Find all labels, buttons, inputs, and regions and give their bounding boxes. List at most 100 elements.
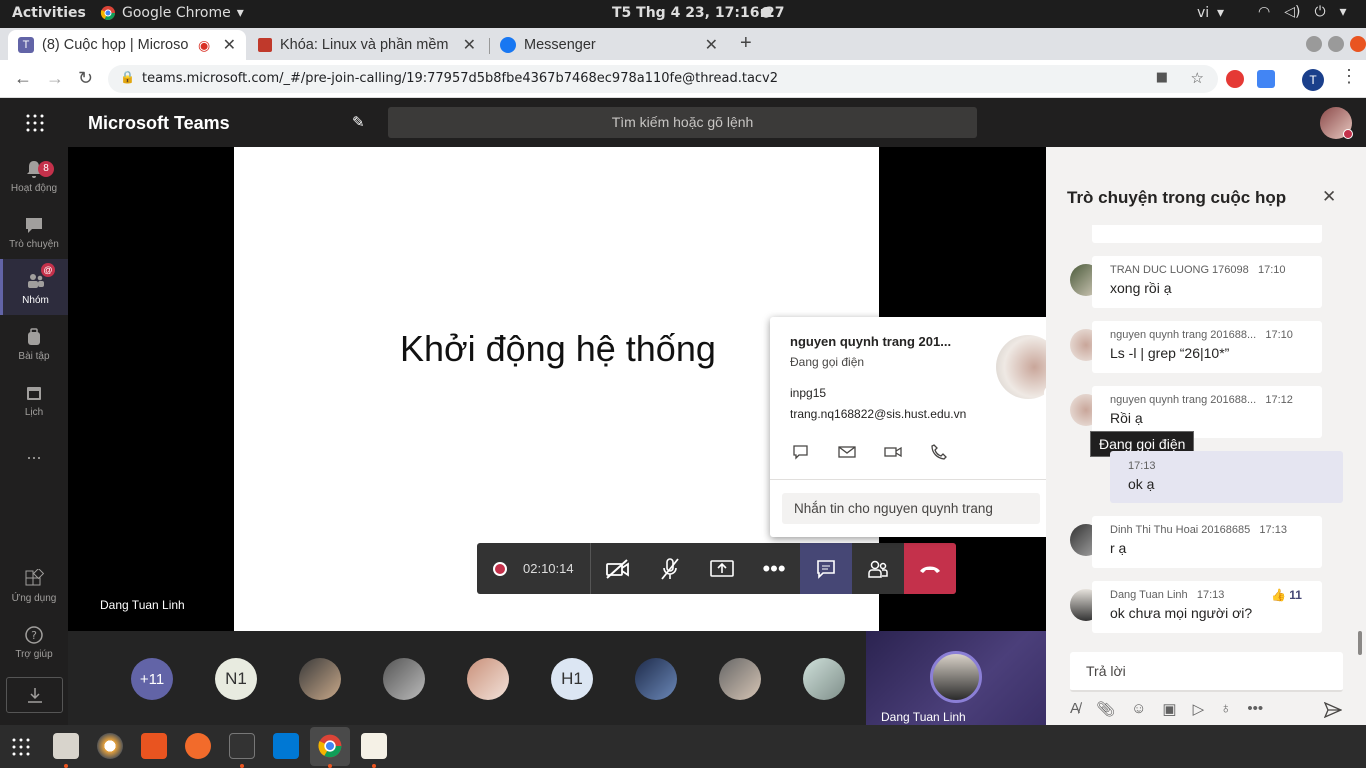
meet-icon[interactable]: ▷ (1193, 700, 1205, 718)
forward-button[interactable]: → (46, 68, 64, 89)
search-box[interactable]: Tìm kiếm hoặc gõ lệnh (388, 107, 977, 138)
chat-icon[interactable] (792, 444, 810, 460)
close-icon[interactable]: ✕ (1322, 187, 1336, 207)
tab-course[interactable]: Khóa: Linux và phần mềm ✕ (248, 30, 486, 60)
volume-icon: ◁) (1284, 4, 1301, 20)
message-time: 17:13 (1196, 589, 1225, 601)
rail-apps[interactable]: Ứng dụng (0, 569, 68, 617)
phone-icon[interactable] (930, 444, 948, 460)
participant-avatar[interactable]: H1 (551, 658, 593, 700)
message-text: Rồi ạ (1110, 410, 1143, 426)
address-bar[interactable]: 🔒 teams.microsoft.com/_#/pre-join-callin… (108, 65, 1218, 93)
chrome-icon[interactable] (317, 733, 343, 759)
browser-toolbar: ← → ↻ 🔒 teams.microsoft.com/_#/pre-join-… (0, 60, 1366, 98)
reaction-like[interactable]: 👍 11 (1271, 588, 1302, 602)
more-options-icon[interactable]: ••• (1247, 700, 1263, 718)
app-menu[interactable]: Google Chrome ▾ (100, 5, 244, 21)
language-indicator[interactable]: vi (1197, 5, 1209, 21)
participant-avatar[interactable]: N1 (215, 658, 257, 700)
profile-avatar[interactable]: T (1302, 69, 1324, 91)
maximize-button[interactable] (1328, 36, 1344, 52)
app-launcher-icon[interactable] (26, 114, 44, 132)
close-icon[interactable]: ✕ (223, 35, 236, 55)
pencil-app-icon[interactable] (185, 733, 211, 759)
participant-avatar[interactable] (635, 658, 677, 700)
tab-teams[interactable]: T (8) Cuộc họp | Microso ◉ ✕ (8, 30, 246, 60)
clock[interactable]: T5 Thg 4 23, 17:16:27 (612, 5, 785, 21)
close-icon[interactable]: ✕ (705, 35, 718, 55)
more-actions-button[interactable]: ••• (748, 543, 800, 594)
files-app-icon[interactable] (53, 733, 79, 759)
vscode-icon[interactable] (273, 733, 299, 759)
software-center-icon[interactable] (141, 733, 167, 759)
show-participants-button[interactable] (852, 543, 904, 594)
minimize-button[interactable] (1306, 36, 1322, 52)
scrollbar-thumb[interactable] (1358, 631, 1362, 655)
contact-name[interactable]: nguyen quynh trang 201... (790, 334, 951, 349)
hang-up-button[interactable] (904, 543, 956, 594)
rhythmbox-icon[interactable] (97, 733, 123, 759)
terminal-icon[interactable] (229, 733, 255, 759)
back-button[interactable]: ← (14, 68, 32, 89)
extension-icon[interactable] (1226, 70, 1244, 88)
participant-avatar[interactable] (299, 658, 341, 700)
rail-chat[interactable]: Trò chuyện (0, 215, 68, 263)
show-conversation-button[interactable] (800, 543, 852, 594)
show-apps-icon[interactable] (12, 738, 30, 756)
rail-assignments[interactable]: Bài tập (0, 327, 68, 375)
message-input[interactable]: Nhắn tin cho nguyen quynh trang (782, 493, 1040, 524)
reload-button[interactable]: ↻ (78, 68, 93, 89)
compose-icon[interactable]: ✎ (352, 113, 365, 131)
emoji-icon[interactable]: ☺ (1131, 700, 1146, 718)
more-menu-icon[interactable]: ⋮ (1340, 66, 1358, 87)
new-tab-button[interactable]: + (740, 32, 752, 55)
rail-more-button[interactable]: ... (0, 443, 68, 463)
message-time: 17:12 (1265, 394, 1293, 406)
participant-avatar[interactable] (383, 658, 425, 700)
rail-teams[interactable]: Nhóm @ (0, 259, 68, 315)
participant-avatar[interactable] (719, 658, 761, 700)
own-chat-message[interactable]: 17:13 ok ạ (1110, 451, 1343, 503)
tab-label: Messenger (524, 37, 596, 53)
mail-icon[interactable] (838, 444, 856, 460)
chevron-down-icon: ▾ (236, 5, 244, 21)
camera-icon[interactable]: ■ (1156, 70, 1168, 85)
attach-icon[interactable]: 📎︎ (1096, 700, 1115, 718)
share-screen-button[interactable] (696, 543, 748, 594)
close-icon[interactable]: ✕ (463, 35, 476, 55)
participant-avatar[interactable] (803, 658, 845, 700)
mic-toggle-button[interactable] (644, 543, 696, 594)
praise-icon[interactable]: ♁ (1220, 700, 1231, 718)
translate-icon[interactable] (1257, 70, 1275, 88)
system-tray[interactable]: ◠ ◁) ⏻ ▾ (1258, 4, 1347, 20)
participant-avatar[interactable] (467, 658, 509, 700)
chat-message[interactable]: nguyen quynh trang 201688... 17:10 Ls -l… (1092, 321, 1322, 373)
more-participants-button[interactable]: +11 (131, 658, 173, 700)
download-app-button[interactable] (6, 677, 63, 713)
contact-email[interactable]: trang.nq168822@sis.hust.edu.vn (790, 407, 966, 421)
video-icon[interactable] (884, 444, 902, 460)
lock-icon: 🔒 (120, 70, 135, 84)
close-window-button[interactable] (1350, 36, 1366, 52)
camera-toggle-button[interactable] (592, 543, 644, 594)
contact-info: inpg15 (790, 386, 827, 400)
send-icon[interactable] (1324, 702, 1342, 718)
chat-message[interactable]: Dinh Thi Thu Hoai 20168685 17:13 r ạ (1092, 516, 1322, 568)
star-icon[interactable]: ☆ (1191, 69, 1204, 87)
reply-input[interactable]: Trả lời (1070, 652, 1343, 692)
rail-activity[interactable]: Hoạt động 8 (0, 159, 68, 207)
activities-button[interactable]: Activities (12, 5, 86, 21)
sticker-icon[interactable]: ▣ (1162, 700, 1176, 718)
notification-badge: 8 (38, 161, 54, 177)
chat-message[interactable]: TRAN DUC LUONG 176098 17:10 xong rồi ạ (1092, 256, 1322, 308)
text-editor-icon[interactable] (361, 733, 387, 759)
rail-calendar[interactable]: Lịch (0, 383, 68, 431)
rail-label: Trợ giúp (15, 649, 53, 660)
format-icon[interactable]: A̸ (1070, 700, 1080, 718)
rail-help[interactable]: ? Trợ giúp (0, 625, 68, 673)
app-name: Google Chrome (122, 5, 231, 21)
tab-messenger[interactable]: Messenger ✕ (490, 30, 728, 60)
messenger-icon (500, 37, 516, 53)
mic-off-icon (661, 557, 679, 580)
rail-label: Trò chuyện (9, 239, 59, 250)
